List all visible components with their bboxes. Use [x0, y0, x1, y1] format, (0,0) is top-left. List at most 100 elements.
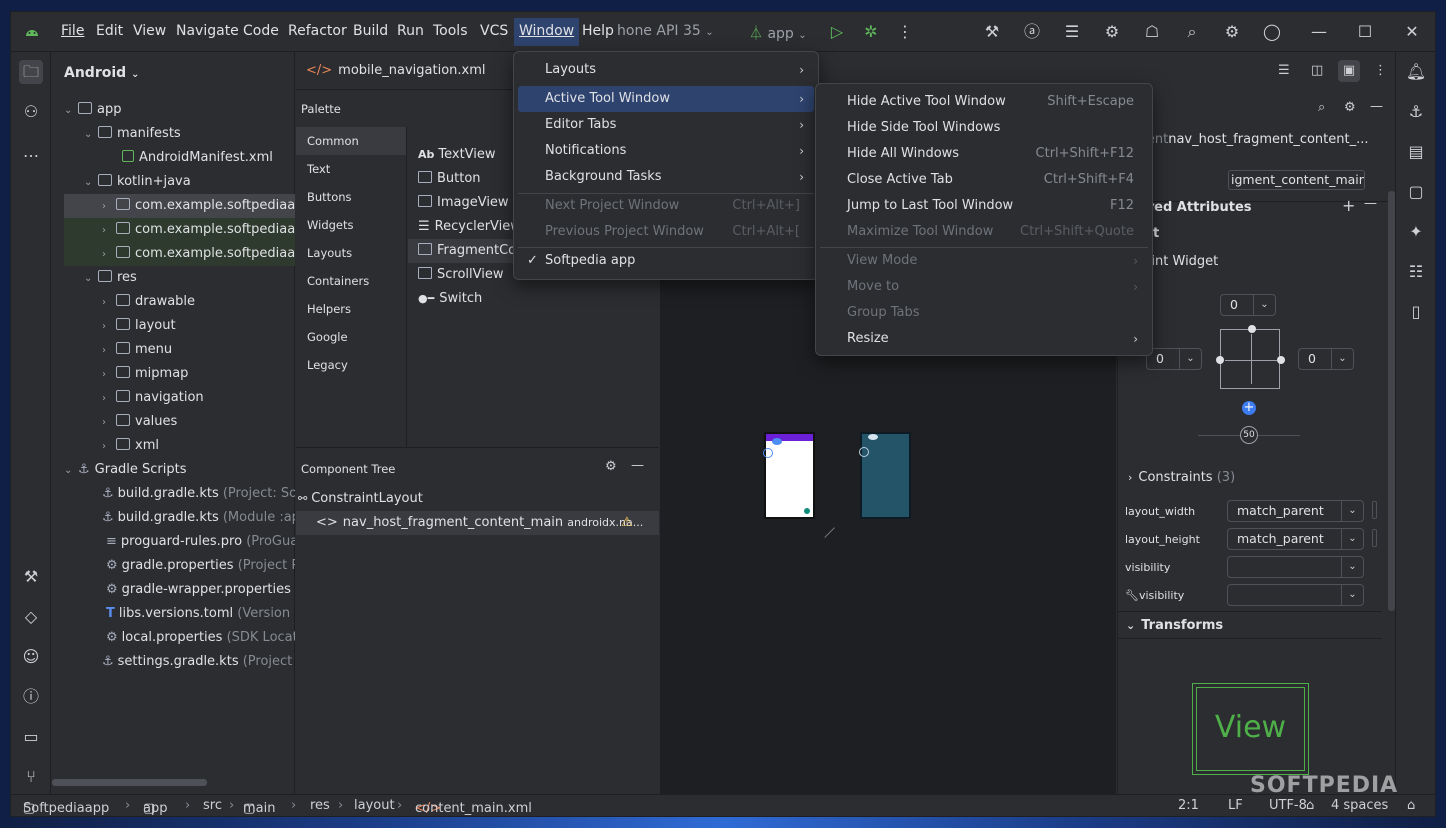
tree-node-app[interactable]: ⌄ app	[64, 98, 121, 122]
window-menu-notifications[interactable]: Notifications ›	[518, 138, 814, 164]
breadcrumb-src[interactable]: src	[203, 798, 222, 813]
resize-handle[interactable]	[815, 518, 835, 538]
component-constraint-layout[interactable]: ⚯ ConstraintLayout	[298, 487, 423, 511]
window-menu-layouts[interactable]: Layouts ›	[518, 57, 814, 83]
menu-edit[interactable]: Edit	[96, 23, 123, 39]
logcat-icon[interactable]: ☺	[19, 645, 43, 669]
project-icon[interactable]: 🗀	[19, 60, 43, 84]
palette-category-helpers[interactable]: Helpers	[296, 295, 406, 323]
palette-item-recyclerview[interactable]: ☰ RecyclerView	[418, 215, 521, 239]
component-tree-hide-icon[interactable]: —	[631, 458, 644, 473]
menu-build[interactable]: Build	[353, 23, 388, 39]
submenu-close-active-tab[interactable]: Close Active Tab Ctrl+Shift+F4	[820, 167, 1148, 193]
window-menu-previous-project[interactable]: Previous Project Window Ctrl+Alt+[	[518, 219, 814, 245]
right-margin-dropdown[interactable]: 0 ⌄	[1298, 348, 1354, 370]
file-encoding[interactable]: UTF-8	[1269, 798, 1307, 813]
gemini-sparkle-icon[interactable]: ✦	[1404, 220, 1428, 244]
palette-category-legacy[interactable]: Legacy	[296, 351, 406, 379]
constraints-row[interactable]: › Constraints (3)	[1128, 470, 1235, 485]
tree-node-manifests[interactable]: ⌄ manifests	[84, 122, 181, 146]
menu-help[interactable]: Help	[582, 23, 614, 39]
submenu-group-tabs[interactable]: Group Tabs	[820, 300, 1148, 326]
translate-icon[interactable]: ⓐ	[1021, 22, 1043, 42]
tree-node-local-properties[interactable]: ⚙ local.properties (SDK Locati	[106, 626, 295, 650]
tree-node-package-2[interactable]: › com.example.softpediaa	[64, 218, 295, 242]
line-separator[interactable]: LF	[1228, 798, 1243, 813]
submenu-hide-all-windows[interactable]: Hide All Windows Ctrl+Shift+F12	[820, 141, 1148, 167]
account-icon[interactable]: ◯	[1261, 22, 1283, 42]
build-icon[interactable]: ⚒	[981, 22, 1003, 42]
tree-node-gradle-scripts[interactable]: ⌄ ⚓ Gradle Scripts	[64, 458, 187, 482]
palette-category-widgets[interactable]: Widgets	[296, 211, 406, 239]
palette-item-textview[interactable]: Ab TextView	[418, 143, 496, 167]
palette-category-common[interactable]: Common	[296, 127, 406, 155]
tree-node-values[interactable]: › values	[102, 410, 177, 434]
project-view-selector[interactable]: Android ⌄	[64, 65, 139, 81]
more-actions-icon[interactable]: ⋮	[894, 22, 916, 42]
bias-knob[interactable]: 50	[1240, 426, 1258, 444]
design-view-icon[interactable]: ▣	[1338, 60, 1360, 82]
palette-category-google[interactable]: Google	[296, 323, 406, 351]
component-nav-host-fragment[interactable]: <> nav_host_fragment_content_main android…	[296, 511, 659, 535]
resource-manager-icon[interactable]: ⚇	[19, 100, 43, 124]
problems-icon[interactable]: ⓘ	[19, 685, 43, 709]
tree-node-build-gradle-project[interactable]: ⚓ build.gradle.kts (Project: So	[102, 482, 295, 506]
settings-icon[interactable]: ⚙	[1221, 22, 1243, 42]
tree-node-layout[interactable]: › layout	[102, 314, 176, 338]
submenu-maximize-tool-window[interactable]: Maximize Tool Window Ctrl+Shift+Quote	[820, 219, 1148, 245]
gradle-tool-icon[interactable]: ⚓	[1404, 100, 1428, 124]
submenu-resize[interactable]: Resize ›	[820, 326, 1148, 352]
tree-node-settings-gradle[interactable]: ⚓ settings.gradle.kts (Project	[102, 650, 295, 674]
attributes-search-icon[interactable]: ⌕	[1318, 100, 1325, 115]
window-menu-editor-tabs[interactable]: Editor Tabs ›	[518, 112, 814, 138]
lock-icon[interactable]: ⌂	[1407, 798, 1415, 813]
id-field[interactable]: igment_content_main	[1228, 170, 1365, 190]
readonly-lock-icon[interactable]: ⌂	[1306, 798, 1314, 813]
device-selector[interactable]: hone API 35 ⌄	[617, 23, 714, 39]
window-menu-background-tasks[interactable]: Background Tasks ›	[518, 164, 814, 190]
submenu-hide-side-tool-windows[interactable]: Hide Side Tool Windows	[820, 115, 1148, 141]
sdk-manager-icon[interactable]: ⚙	[1101, 22, 1123, 42]
layout-width-resource-icon[interactable]	[1372, 501, 1377, 519]
tree-node-androidmanifest[interactable]: AndroidManifest.xml	[122, 146, 273, 170]
menu-code[interactable]: Code	[243, 23, 279, 39]
device-explorer-icon[interactable]: ▤	[1404, 140, 1428, 164]
tree-node-drawable[interactable]: › drawable	[102, 290, 195, 314]
palette-category-containers[interactable]: Containers	[296, 267, 406, 295]
tree-node-libs-versions[interactable]: Tlibs.versions.toml (Version C	[106, 602, 295, 626]
palette-item-button[interactable]: Button	[418, 167, 481, 191]
git-icon[interactable]: ⑂	[19, 765, 43, 789]
submenu-jump-to-last-tool-window[interactable]: Jump to Last Tool Window F12	[820, 193, 1148, 219]
layout-inspector-icon[interactable]: ☰	[1061, 22, 1083, 42]
more-tools-icon[interactable]: …	[19, 140, 43, 164]
indent-setting[interactable]: 4 spaces	[1331, 798, 1388, 813]
submenu-view-mode[interactable]: View Mode ›	[820, 248, 1148, 274]
tree-node-gradle-properties[interactable]: ⚙ gradle.properties (Project P	[106, 554, 295, 578]
layout-height-dropdown[interactable]: match_parent ⌄	[1227, 528, 1364, 550]
tree-node-kotlin-java[interactable]: ⌄ kotlin+java	[84, 170, 191, 194]
minimize-icon[interactable]: —	[1308, 22, 1330, 42]
breadcrumb-res[interactable]: res	[310, 798, 330, 813]
tree-node-menu[interactable]: › menu	[102, 338, 172, 362]
tools-visibility-dropdown[interactable]: ⌄	[1227, 584, 1364, 606]
remove-attribute-icon[interactable]: —	[1364, 196, 1377, 211]
component-tree-settings-icon[interactable]: ⚙	[605, 459, 617, 474]
tree-node-package-3[interactable]: › com.example.softpediaa	[64, 242, 295, 266]
submenu-move-to[interactable]: Move to ›	[820, 274, 1148, 300]
notifications-icon[interactable]: 🔔︎	[1404, 60, 1428, 84]
top-margin-dropdown[interactable]: 0 ⌄	[1220, 294, 1276, 316]
maximize-icon[interactable]: ☐	[1354, 22, 1376, 42]
gemini-icon[interactable]: ◇	[19, 605, 43, 629]
attributes-scrollbar[interactable]	[1388, 191, 1395, 611]
tree-node-res[interactable]: ⌄ res	[84, 266, 137, 290]
palette-item-switch[interactable]: ●━ Switch	[418, 287, 482, 311]
emulator-icon[interactable]: ▯	[1404, 300, 1428, 324]
menu-view[interactable]: View	[133, 23, 166, 39]
split-view-icon[interactable]: ◫	[1311, 63, 1323, 78]
close-icon[interactable]: ✕	[1401, 22, 1423, 42]
menu-tools[interactable]: Tools	[433, 23, 468, 39]
menu-navigate[interactable]: Navigate	[176, 23, 239, 39]
project-scrollbar[interactable]	[52, 779, 207, 786]
code-view-icon[interactable]: ☰	[1278, 63, 1290, 78]
run-icon[interactable]: ▷	[826, 22, 848, 42]
